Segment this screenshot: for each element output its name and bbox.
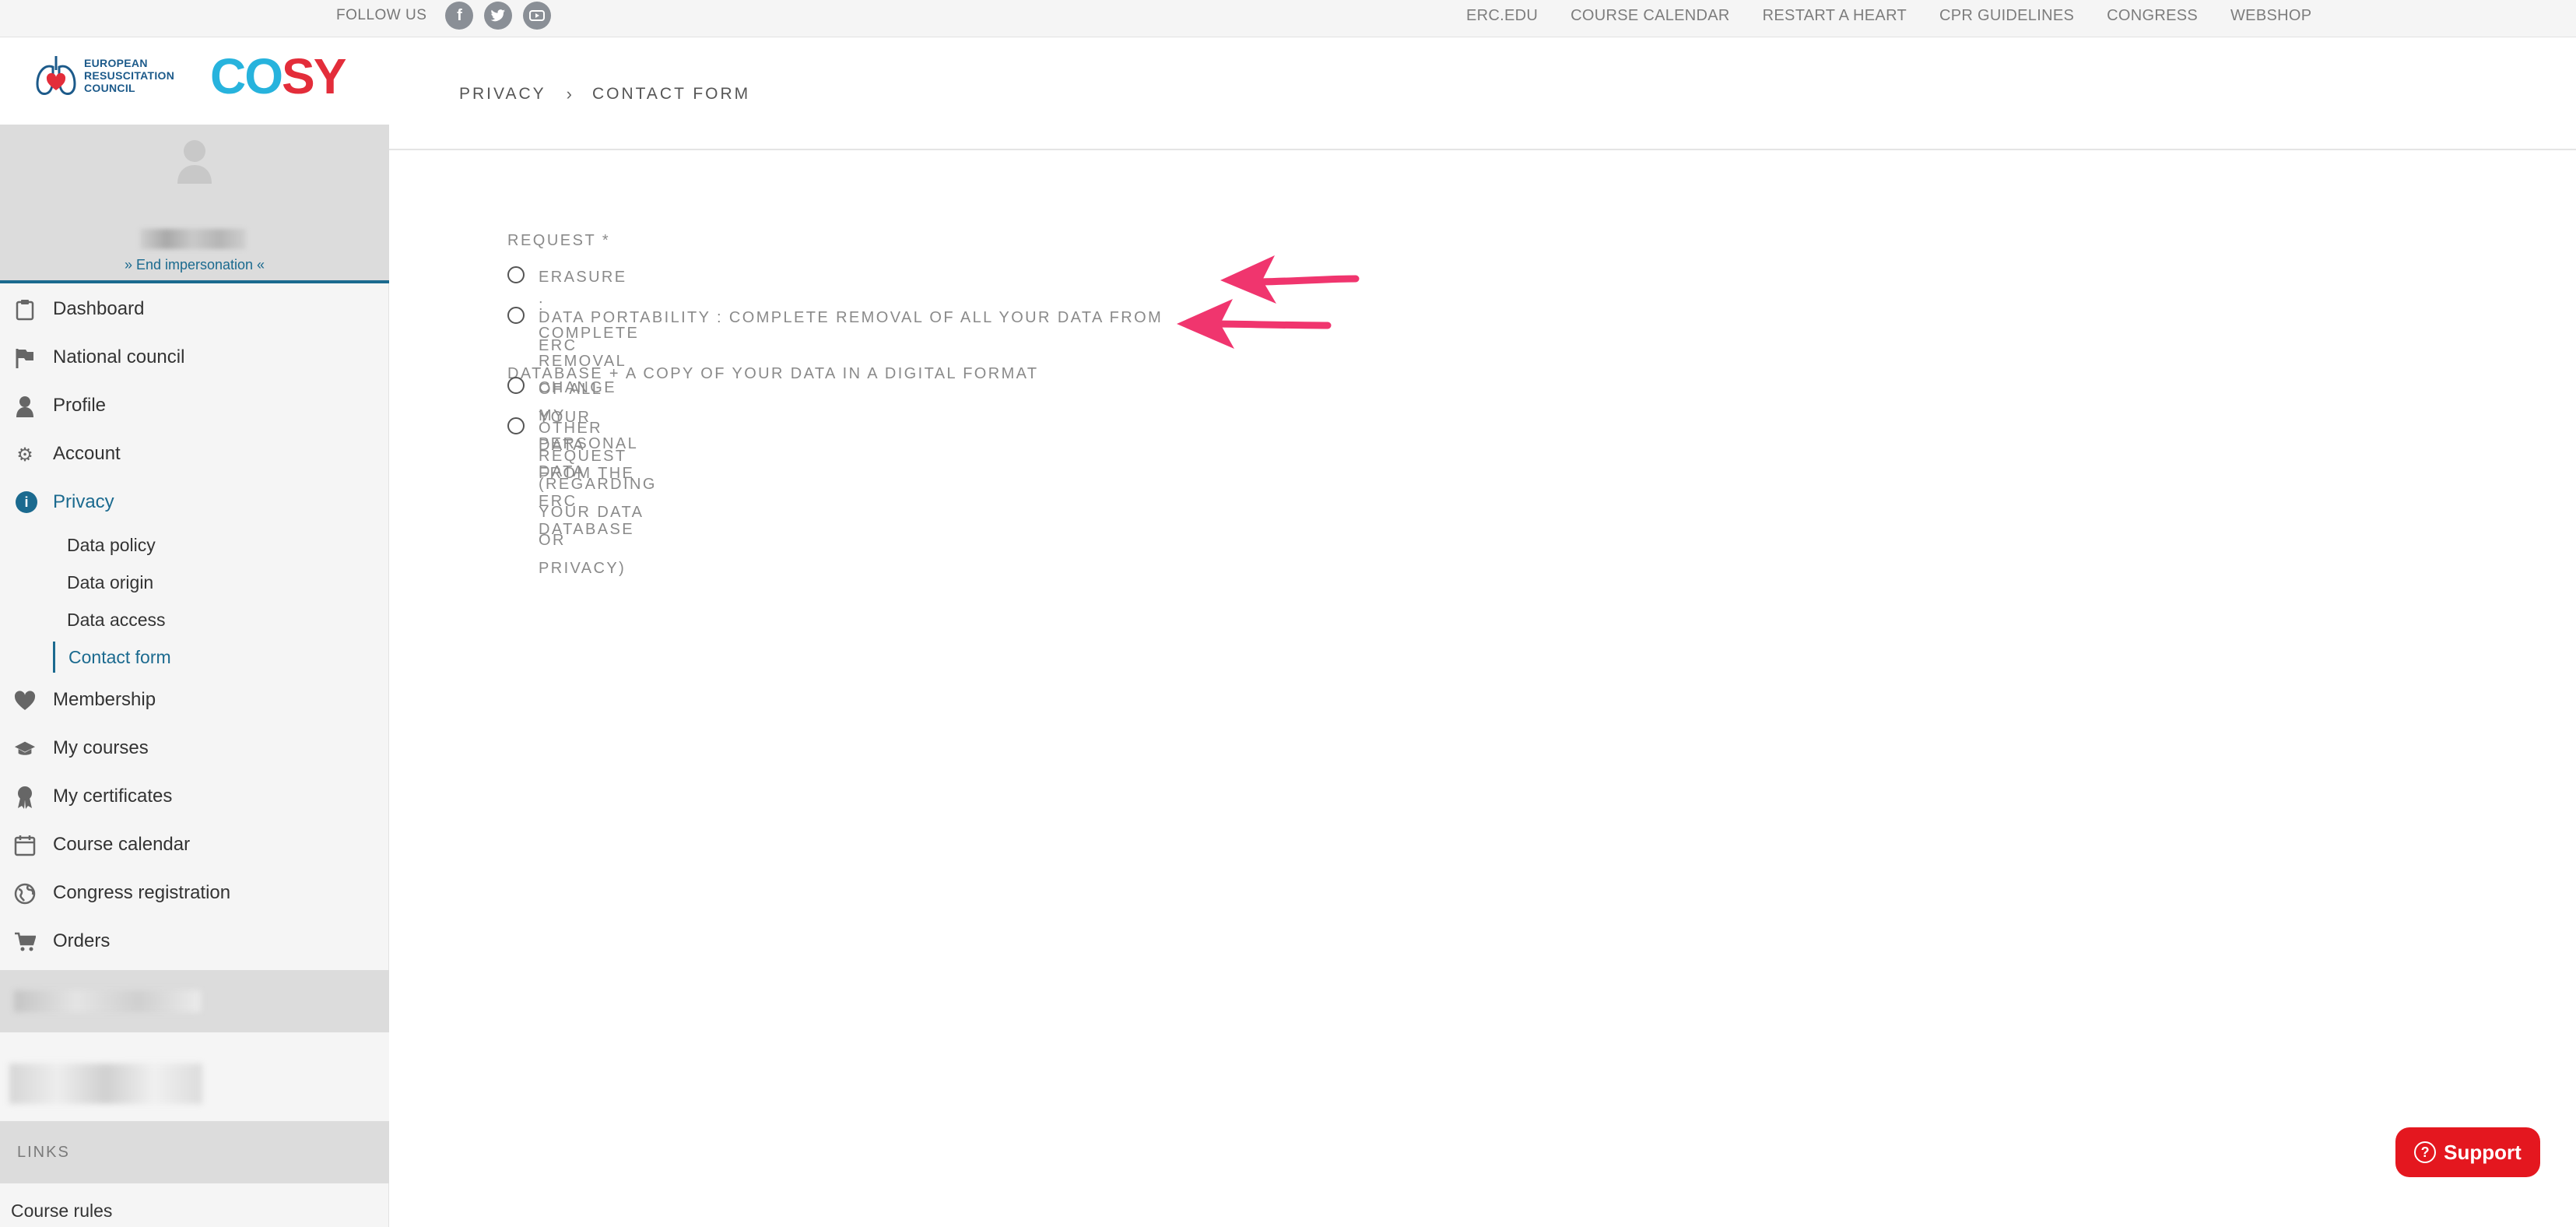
- sidebar-item-account[interactable]: ⚙ Account: [0, 430, 389, 478]
- top-nav: ERC.EDU COURSE CALENDAR RESTART A HEART …: [1466, 0, 2311, 31]
- redacted-block: [0, 970, 389, 1032]
- header-divider: [389, 149, 2576, 150]
- erc-logo-text: EUROPEAN RESUSCITATION COUNCIL: [84, 57, 175, 94]
- sidebar-item-orders[interactable]: Orders: [0, 917, 389, 965]
- support-button[interactable]: ? Support: [2395, 1127, 2540, 1177]
- sidebar-item-label: Membership: [53, 689, 156, 710]
- sidebar-item-congress-registration[interactable]: Congress registration: [0, 869, 389, 917]
- sidebar-item-label: My certificates: [53, 786, 173, 807]
- chevron-right-icon: ›: [566, 84, 572, 104]
- sidebar-subitem-data-policy[interactable]: Data policy: [0, 526, 389, 564]
- globe-icon: [14, 883, 36, 905]
- sidebar-item-label: Profile: [53, 395, 107, 416]
- nav-erc-edu[interactable]: ERC.EDU: [1466, 7, 1538, 25]
- breadcrumb: PRIVACY › CONTACT FORM: [459, 84, 750, 104]
- nav-course-calendar[interactable]: COURSE CALENDAR: [1571, 7, 1730, 25]
- follow-us-label: FOLLOW US: [336, 7, 427, 23]
- sidebar-item-label: Course calendar: [53, 834, 191, 855]
- top-bar: FOLLOW US f ERC.EDU COURSE CALENDAR REST…: [0, 0, 2576, 37]
- sidebar-item-label: Privacy: [53, 491, 114, 512]
- lungs-heart-icon: [36, 56, 76, 95]
- nav-restart-a-heart[interactable]: RESTART A HEART: [1763, 7, 1907, 25]
- radio-other-request[interactable]: [507, 417, 525, 434]
- links-heading: LINKS: [0, 1121, 389, 1183]
- flag-icon: [14, 347, 36, 369]
- gear-icon: ⚙: [16, 444, 33, 466]
- option-other-request[interactable]: OTHER REQUEST (REGARDING YOUR DATA OR PR…: [507, 414, 657, 582]
- sidebar-item-privacy[interactable]: i Privacy: [0, 478, 389, 526]
- sidebar-item-label: National council: [53, 346, 185, 367]
- sidebar-item-my-certificates[interactable]: My certificates: [0, 772, 389, 821]
- sidebar-item-my-courses[interactable]: My courses: [0, 724, 389, 772]
- twitter-icon[interactable]: [484, 2, 513, 30]
- sidebar-item-national-council[interactable]: National council: [0, 333, 389, 381]
- cosy-logo[interactable]: COSY: [210, 51, 346, 101]
- nav-congress[interactable]: CONGRESS: [2107, 7, 2198, 25]
- sidebar-item-label: Orders: [53, 930, 111, 951]
- sidebar-subitem-contact-form[interactable]: Contact form: [0, 638, 389, 676]
- request-label: REQUEST *: [507, 232, 611, 249]
- sidebar-subitem-data-origin[interactable]: Data origin: [0, 564, 389, 601]
- radio-change-personal-data[interactable]: [507, 377, 525, 394]
- help-icon: ?: [2414, 1141, 2437, 1163]
- sidebar-item-label: Congress registration: [53, 882, 231, 903]
- sidebar-item-dashboard[interactable]: Dashboard: [0, 285, 389, 333]
- sidebar-item-course-calendar[interactable]: Course calendar: [0, 821, 389, 869]
- erc-logo[interactable]: EUROPEAN RESUSCITATION COUNCIL: [34, 51, 174, 100]
- sidebar: EUROPEAN RESUSCITATION COUNCIL COSY » En…: [0, 37, 389, 1227]
- sidebar-item-profile[interactable]: Profile: [0, 381, 389, 430]
- link-course-rules[interactable]: Course rules: [11, 1201, 112, 1222]
- sidebar-menu: Dashboard National council Profile ⚙ Acc…: [0, 285, 389, 965]
- user-icon: [14, 396, 36, 417]
- clipboard-icon: [14, 299, 36, 321]
- contact-form: REQUEST * ERASURE : COMPLETE REMOVAL OF …: [507, 232, 1161, 577]
- cart-icon: [14, 931, 36, 953]
- heart-icon: [14, 690, 36, 712]
- support-label: Support: [2444, 1140, 2522, 1164]
- logo-area: EUROPEAN RESUSCITATION COUNCIL COSY: [0, 37, 389, 125]
- graduation-cap-icon: [14, 738, 36, 760]
- sidebar-subitem-data-access[interactable]: Data access: [0, 601, 389, 638]
- facebook-icon[interactable]: f: [445, 2, 474, 30]
- annotation-arrow: [1177, 299, 1332, 349]
- radio-erasure[interactable]: [507, 266, 525, 283]
- option-label: DATA PORTABILITY : COMPLETE REMOVAL OF A…: [539, 309, 1163, 354]
- user-box: » End impersonation «: [0, 125, 389, 283]
- follow-us: FOLLOW US f: [336, 0, 552, 31]
- nav-webshop[interactable]: WEBSHOP: [2230, 7, 2311, 25]
- breadcrumb-privacy[interactable]: PRIVACY: [459, 85, 546, 104]
- youtube-icon[interactable]: [523, 2, 552, 30]
- option-label: OTHER REQUEST (REGARDING YOUR DATA OR PR…: [539, 420, 657, 577]
- sidebar-item-label: Dashboard: [53, 298, 145, 319]
- radio-data-portability[interactable]: [507, 307, 525, 324]
- calendar-icon: [14, 835, 36, 856]
- nav-cpr-guidelines[interactable]: CPR GUIDELINES: [1939, 7, 2074, 25]
- user-name-redacted: [140, 229, 246, 249]
- info-icon: i: [16, 491, 37, 513]
- end-impersonation-link[interactable]: » End impersonation «: [0, 257, 389, 273]
- sidebar-item-label: My courses: [53, 737, 149, 758]
- avatar: [177, 140, 212, 184]
- sidebar-item-label: Account: [53, 443, 121, 464]
- sidebar-item-membership[interactable]: Membership: [0, 676, 389, 724]
- ribbon-icon: [14, 786, 36, 809]
- breadcrumb-contact-form: CONTACT FORM: [591, 85, 751, 103]
